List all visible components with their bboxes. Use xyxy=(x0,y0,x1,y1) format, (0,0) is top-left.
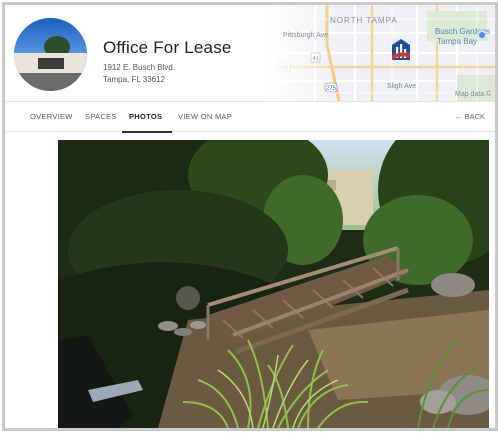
active-tab-indicator xyxy=(122,131,172,133)
map-fade xyxy=(267,5,337,101)
building-logo-icon xyxy=(392,39,410,60)
map-label-north-tampa: NORTH TAMPA xyxy=(330,16,398,25)
listing-title: Office For Lease xyxy=(103,38,232,57)
tab-overview[interactable]: OVERVIEW xyxy=(30,112,73,121)
map-pin-icon[interactable] xyxy=(477,30,487,40)
map-label-tampa-bay: Tampa Bay xyxy=(437,37,478,46)
listing-card: Office For Lease 1912 E. Busch Blvd. Tam… xyxy=(2,2,498,431)
tab-view-on-map[interactable]: VIEW ON MAP xyxy=(178,112,232,121)
property-avatar[interactable] xyxy=(14,18,87,91)
map-label-sligh: Sligh Ave xyxy=(387,83,417,90)
garden-walkway-photo xyxy=(58,140,489,428)
listing-header: Office For Lease 1912 E. Busch Blvd. Tam… xyxy=(5,5,495,101)
property-photo[interactable] xyxy=(58,140,489,428)
back-button[interactable]: ← BACK xyxy=(455,112,485,121)
address-line-2: Tampa, FL 33612 xyxy=(103,75,165,84)
avatar-parking-lot xyxy=(14,73,87,91)
tab-spaces[interactable]: SPACES xyxy=(85,112,117,121)
location-map[interactable]: 41 275 580 NORTH TAMPA Busch Gardens Tam… xyxy=(267,5,495,101)
map-attribution: Map data © xyxy=(455,91,492,98)
avatar-building xyxy=(14,53,87,73)
map-label-pittsburgh: Pittsburgh Ave xyxy=(283,32,329,39)
listing-tabs: OVERVIEW SPACES PHOTOS VIEW ON MAP ← BAC… xyxy=(5,101,495,133)
tab-photos[interactable]: PHOTOS xyxy=(129,112,162,121)
address-line-1: 1912 E. Busch Blvd. xyxy=(103,63,176,72)
